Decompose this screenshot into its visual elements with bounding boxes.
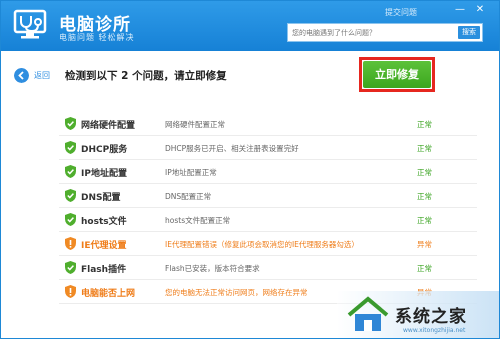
app-window: 电脑诊所 电脑问题 轻松解决 提交问题 — ✕ 搜索 返回 检测到以下 2 个问… <box>0 0 500 339</box>
item-status: 正常 <box>417 216 432 225</box>
item-name: DNS配置 <box>81 193 121 203</box>
item-description: IP地址配置正常 <box>165 168 217 177</box>
watermark-text: 系统之家 <box>395 307 467 327</box>
feedback-link[interactable]: 提交问题 <box>385 7 417 18</box>
list-item: Flash插件 Flash已安装，版本符合要求 正常 <box>59 256 477 280</box>
minimize-button[interactable]: — <box>453 4 467 16</box>
item-description: IE代理配置错误（修复此项会取消您的IE代理服务器勾选） <box>165 240 359 249</box>
search-button[interactable]: 搜索 <box>458 26 480 39</box>
shield-warning-icon <box>65 237 76 250</box>
item-status: 正常 <box>417 192 432 201</box>
item-status: 正常 <box>417 264 432 273</box>
back-link[interactable]: 返回 <box>34 70 50 81</box>
item-status: 异常 <box>417 240 432 249</box>
list-item: 网络硬件配置 网络硬件配置正常 正常 <box>59 112 477 136</box>
search-box: 搜索 <box>287 23 483 42</box>
item-description: Flash已安装，版本符合要求 <box>165 264 260 273</box>
house-logo-icon <box>347 296 389 331</box>
shield-check-icon <box>65 189 76 202</box>
item-name: 电脑能否上网 <box>81 289 136 299</box>
list-item: IP地址配置 IP地址配置正常 正常 <box>59 160 477 184</box>
item-name: DHCP服务 <box>81 145 128 155</box>
item-name: Flash插件 <box>81 265 127 275</box>
item-name: IP地址配置 <box>81 169 127 179</box>
item-description: 您的电脑无法正常访问网页，网络存在异常 <box>165 288 308 297</box>
item-name: 网络硬件配置 <box>81 121 136 131</box>
list-item: IE代理设置 IE代理配置错误（修复此项会取消您的IE代理服务器勾选） 异常 <box>59 232 477 256</box>
title-bar: 电脑诊所 电脑问题 轻松解决 提交问题 — ✕ 搜索 <box>1 1 499 51</box>
app-subtitle: 电脑问题 轻松解决 <box>59 33 135 42</box>
list-item: DHCP服务 DHCP服务已开启、相关注册表设置完好 正常 <box>59 136 477 160</box>
watermark-url: www.xitongzhijia.net <box>403 327 466 334</box>
shield-check-icon <box>65 117 76 130</box>
item-name: hosts文件 <box>81 217 127 227</box>
list-item: DNS配置 DNS配置正常 正常 <box>59 184 477 208</box>
item-description: DNS配置正常 <box>165 192 212 201</box>
stethoscope-monitor-icon <box>13 9 47 39</box>
result-headline: 检测到以下 2 个问题，请立即修复 <box>65 70 227 82</box>
item-description: 网络硬件配置正常 <box>165 120 225 129</box>
list-item: hosts文件 hosts文件配置正常 正常 <box>59 208 477 232</box>
shield-check-icon <box>65 141 76 154</box>
shield-check-icon <box>65 261 76 274</box>
item-status: 正常 <box>417 144 432 153</box>
item-description: hosts文件配置正常 <box>165 216 231 225</box>
item-name: IE代理设置 <box>81 241 127 251</box>
close-button[interactable]: ✕ <box>473 4 487 16</box>
shield-check-icon <box>65 165 76 178</box>
shield-warning-icon <box>65 285 76 298</box>
item-status: 正常 <box>417 120 432 129</box>
item-status: 正常 <box>417 168 432 177</box>
search-input[interactable] <box>292 24 452 41</box>
shield-check-icon <box>65 213 76 226</box>
fix-now-button[interactable]: 立即修复 <box>363 61 431 88</box>
back-arrow-icon[interactable] <box>14 68 29 83</box>
item-description: DHCP服务已开启、相关注册表设置完好 <box>165 144 299 153</box>
